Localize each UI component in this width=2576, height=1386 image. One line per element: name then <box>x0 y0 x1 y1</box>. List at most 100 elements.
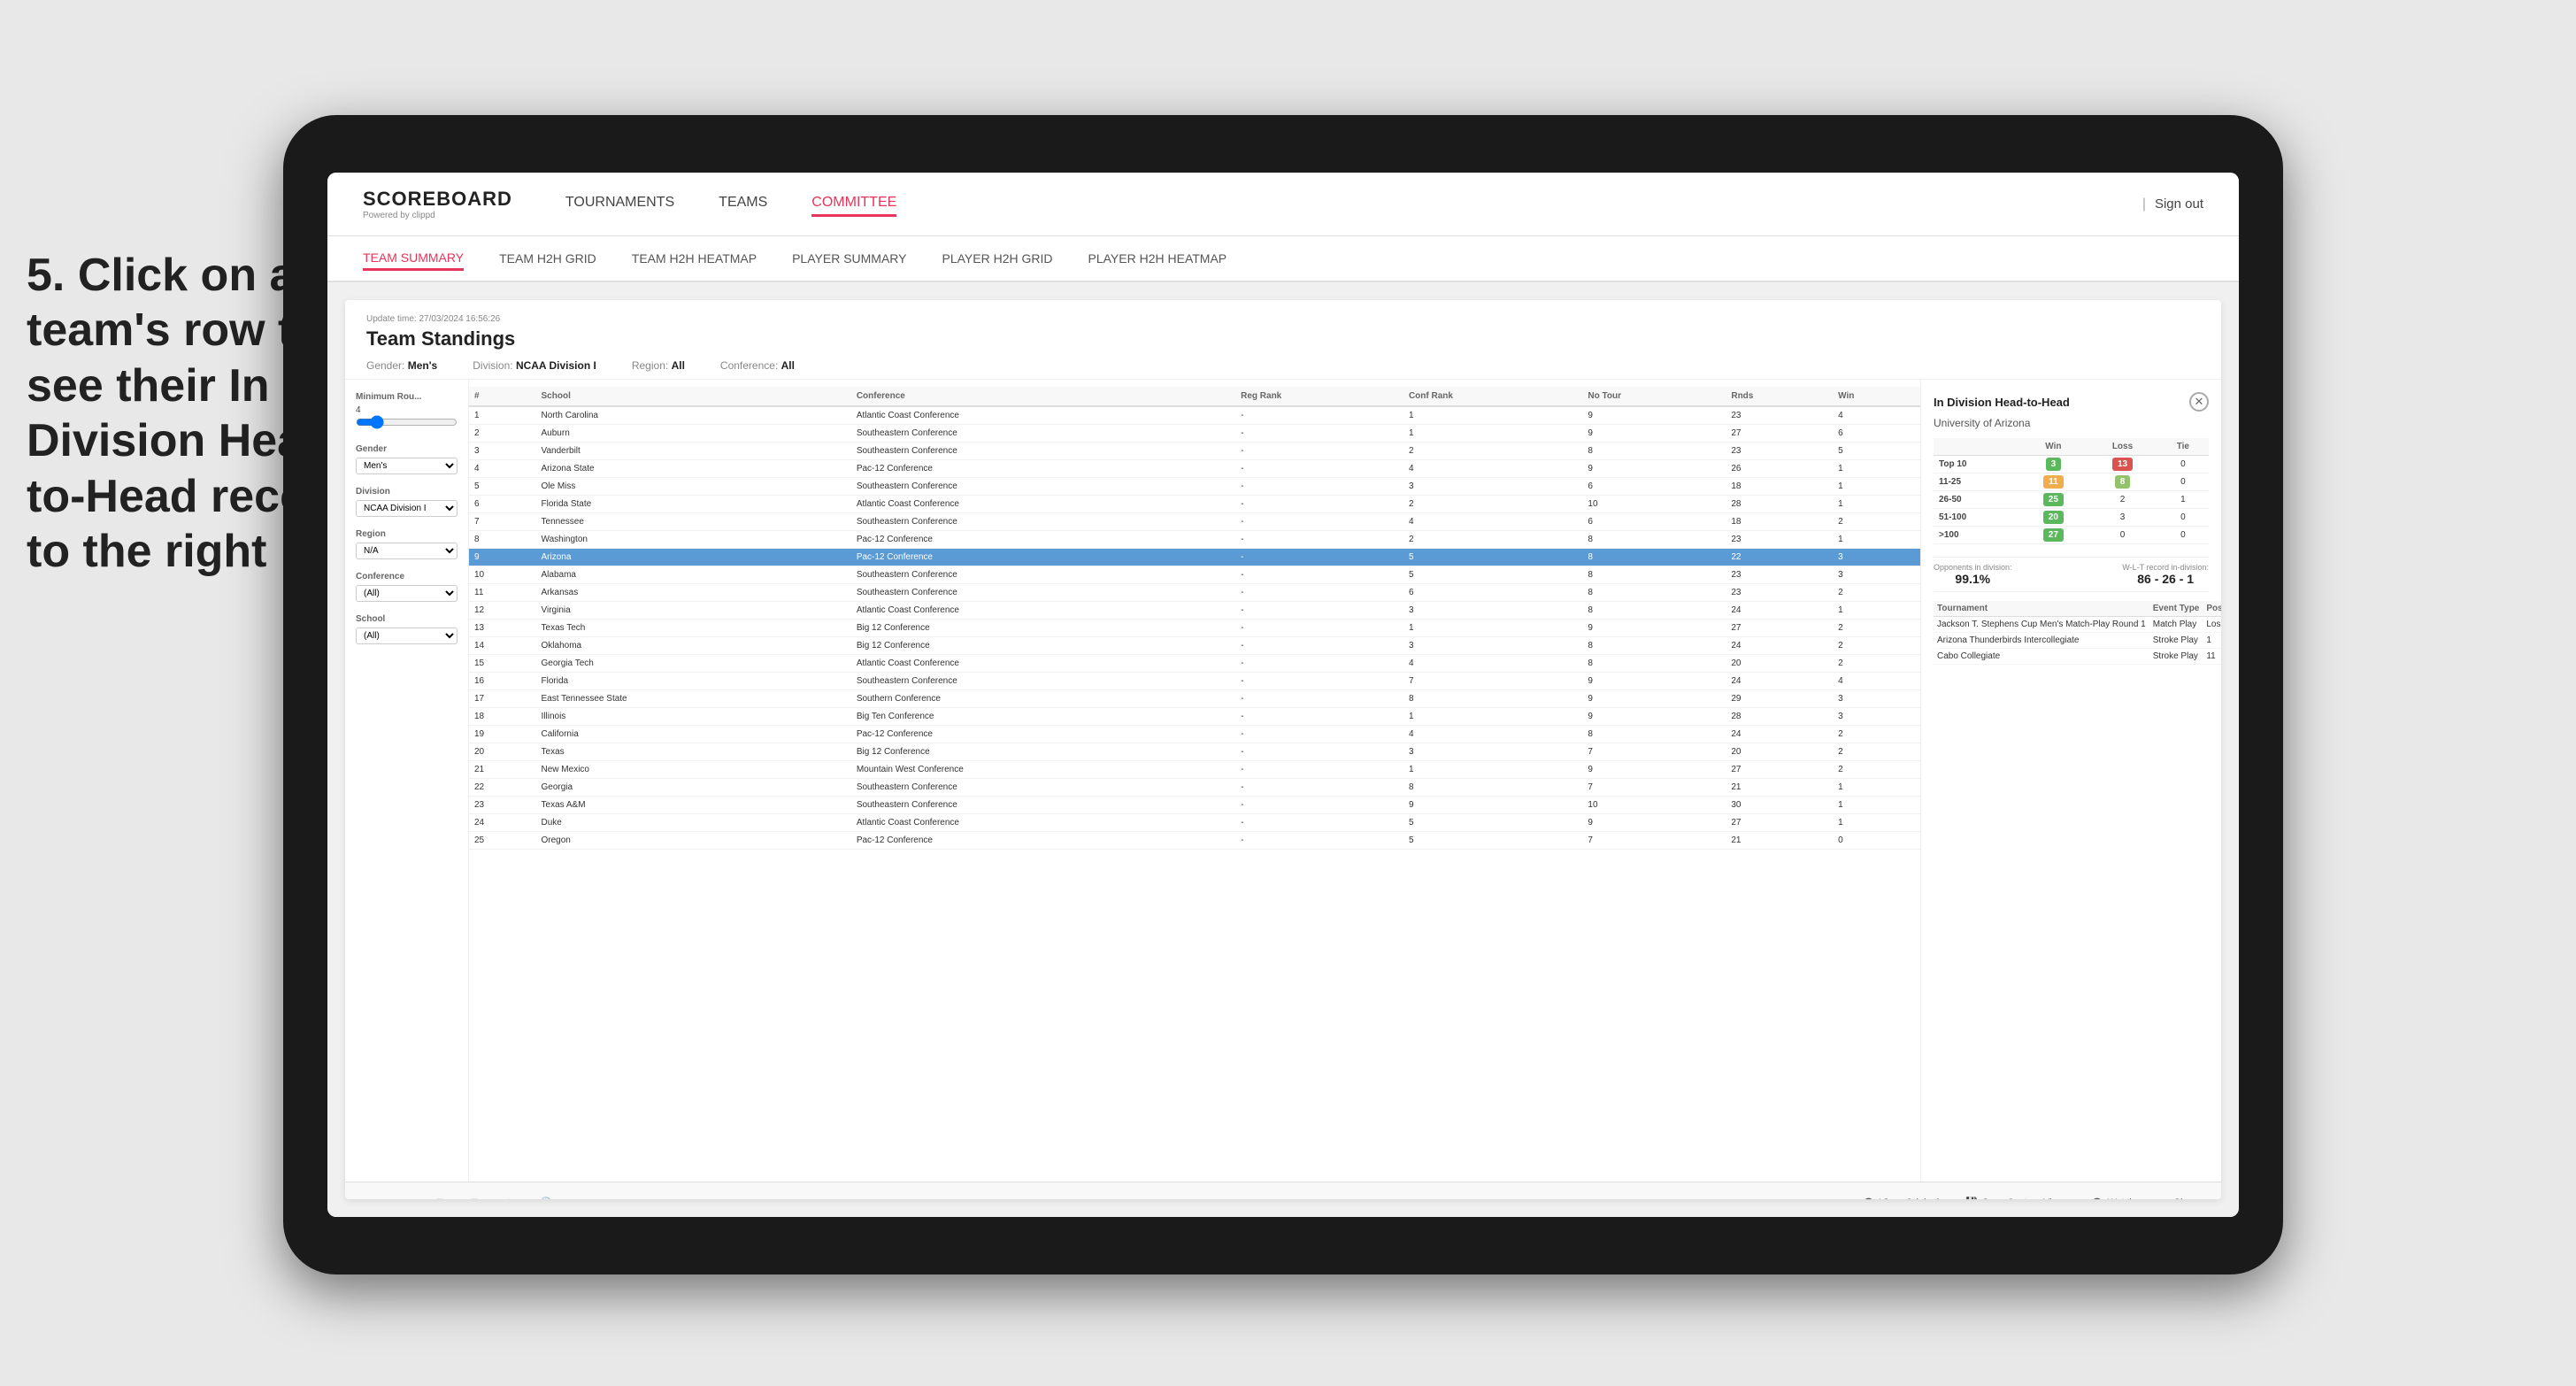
cell-conference: Big 12 Conference <box>851 743 1235 761</box>
table-row[interactable]: 6 Florida State Atlantic Coast Conferenc… <box>469 496 1920 513</box>
h2h-row-top10[interactable]: Top 10 3 13 0 <box>1934 456 2209 474</box>
table-row[interactable]: 2 Auburn Southeastern Conference - 1 9 2… <box>469 425 1920 443</box>
table-row[interactable]: 13 Texas Tech Big 12 Conference - 1 9 27… <box>469 620 1920 637</box>
table-row[interactable]: 16 Florida Southeastern Conference - 7 9… <box>469 673 1920 690</box>
conference-label: Conference: <box>720 359 778 372</box>
table-row[interactable]: 14 Oklahoma Big 12 Conference - 3 8 24 2 <box>469 637 1920 655</box>
subnav-team-summary[interactable]: TEAM SUMMARY <box>363 247 464 271</box>
cell-conference: Atlantic Coast Conference <box>851 496 1235 513</box>
cell-win: 3 <box>1833 690 1920 708</box>
tournament-row-1[interactable]: Jackson T. Stephens Cup Men's Match-Play… <box>1934 617 2221 633</box>
cell-reg-rank: - <box>1235 478 1403 496</box>
table-row[interactable]: 21 New Mexico Mountain West Conference -… <box>469 761 1920 779</box>
table-row[interactable]: 12 Virginia Atlantic Coast Conference - … <box>469 602 1920 620</box>
table-row[interactable]: 10 Alabama Southeastern Conference - 5 8… <box>469 566 1920 584</box>
table-row[interactable]: 11 Arkansas Southeastern Conference - 6 … <box>469 584 1920 602</box>
cell-school: East Tennessee State <box>536 690 851 708</box>
cell-conference: Southeastern Conference <box>851 566 1235 584</box>
table-row[interactable]: 19 California Pac-12 Conference - 4 8 24… <box>469 726 1920 743</box>
tournament-table: Tournament Event Type Pos Score Jackson … <box>1934 601 2221 665</box>
toolbar-icon-1[interactable]: ⊞ <box>428 1193 450 1199</box>
standings-table-area: # School Conference Reg Rank Conf Rank N… <box>469 380 1920 1182</box>
cell-school: Florida State <box>536 496 851 513</box>
tournament-name-3: Cabo Collegiate <box>1934 649 2149 665</box>
table-row[interactable]: 15 Georgia Tech Atlantic Coast Conferenc… <box>469 655 1920 673</box>
cell-conference: Southeastern Conference <box>851 425 1235 443</box>
nav-tournaments[interactable]: TOURNAMENTS <box>565 191 674 217</box>
cell-no-tour: 9 <box>1582 673 1726 690</box>
cell-conf-rank: 2 <box>1403 443 1582 460</box>
conference-select[interactable]: (All) <box>356 585 458 602</box>
tournament-row-2[interactable]: Arizona Thunderbirds Intercollegiate Str… <box>1934 633 2221 649</box>
cell-school: Florida <box>536 673 851 690</box>
col-conference: Conference <box>851 387 1235 406</box>
table-row[interactable]: 8 Washington Pac-12 Conference - 2 8 23 … <box>469 531 1920 549</box>
h2h-team-name: University of Arizona <box>1934 417 2209 429</box>
table-row[interactable]: 23 Texas A&M Southeastern Conference - 9… <box>469 797 1920 814</box>
cell-rnds: 20 <box>1726 655 1833 673</box>
save-custom-button[interactable]: 💾 Save Custom View <box>1958 1193 2071 1199</box>
table-row[interactable]: 5 Ole Miss Southeastern Conference - 3 6… <box>469 478 1920 496</box>
tournament-row-3[interactable]: Cabo Collegiate Stroke Play 11 17 <box>1934 649 2221 665</box>
subnav-player-h2h-grid[interactable]: PLAYER H2H GRID <box>942 248 1053 269</box>
table-row[interactable]: 1 North Carolina Atlantic Coast Conferen… <box>469 406 1920 425</box>
watch-button[interactable]: 👁 Watch <box>2084 1193 2142 1199</box>
app-header: Update time: 27/03/2024 16:56:26 Team St… <box>345 300 2221 380</box>
table-row[interactable]: 7 Tennessee Southeastern Conference - 4 … <box>469 513 1920 531</box>
subnav-team-h2h-grid[interactable]: TEAM H2H GRID <box>499 248 596 269</box>
cell-conf-rank: 6 <box>1403 584 1582 602</box>
cell-reg-rank: - <box>1235 566 1403 584</box>
cell-rnds: 21 <box>1726 832 1833 850</box>
redo-button[interactable]: ↪ <box>394 1193 416 1199</box>
min-rounds-slider[interactable] <box>356 415 458 429</box>
nav-committee[interactable]: COMMITTEE <box>811 191 896 217</box>
undo-button[interactable]: ↩ <box>359 1193 381 1199</box>
h2h-range-100plus: >100 <box>1934 527 2019 544</box>
table-row[interactable]: 18 Illinois Big Ten Conference - 1 9 28 … <box>469 708 1920 726</box>
h2h-row-11-25[interactable]: 11-25 11 8 0 <box>1934 474 2209 491</box>
subnav-player-summary[interactable]: PLAYER SUMMARY <box>792 248 906 269</box>
subnav-team-h2h-heatmap[interactable]: TEAM H2H HEATMAP <box>632 248 757 269</box>
table-row[interactable]: 22 Georgia Southeastern Conference - 8 7… <box>469 779 1920 797</box>
cell-school: Oklahoma <box>536 637 851 655</box>
gender-select[interactable]: Men's <box>356 458 458 474</box>
cell-conference: Atlantic Coast Conference <box>851 602 1235 620</box>
share-icon: ↗ <box>2161 1197 2169 1199</box>
share-button[interactable]: ↗ Share <box>2154 1193 2207 1199</box>
cell-no-tour: 9 <box>1582 460 1726 478</box>
division-label: Division: <box>473 359 512 372</box>
h2h-row-100plus[interactable]: >100 27 0 0 <box>1934 527 2209 544</box>
toolbar-clock[interactable]: 🕐 <box>533 1193 559 1199</box>
h2h-opponents-value: 99.1% <box>1934 572 2012 586</box>
cell-win: 2 <box>1833 620 1920 637</box>
table-row[interactable]: 20 Texas Big 12 Conference - 3 7 20 2 <box>469 743 1920 761</box>
toolbar-icon-2[interactable]: ⊡ <box>464 1193 486 1199</box>
h2h-row-51-100[interactable]: 51-100 20 3 0 <box>1934 509 2209 527</box>
cell-rnds: 20 <box>1726 743 1833 761</box>
cell-reg-rank: - <box>1235 779 1403 797</box>
view-original-button[interactable]: 👁 View: Original <box>1856 1193 1947 1199</box>
cell-num: 12 <box>469 602 536 620</box>
view-original-label: View: Original <box>1880 1197 1940 1200</box>
cell-reg-rank: - <box>1235 620 1403 637</box>
table-row[interactable]: 9 Arizona Pac-12 Conference - 5 8 22 3 <box>469 549 1920 566</box>
cell-no-tour: 8 <box>1582 566 1726 584</box>
cell-num: 22 <box>469 779 536 797</box>
cell-school: Texas A&M <box>536 797 851 814</box>
table-row[interactable]: 3 Vanderbilt Southeastern Conference - 2… <box>469 443 1920 460</box>
toolbar-icon-3[interactable]: ⊕ <box>498 1193 520 1199</box>
nav-teams[interactable]: TEAMS <box>719 191 767 217</box>
table-row[interactable]: 24 Duke Atlantic Coast Conference - 5 9 … <box>469 814 1920 832</box>
sign-out-link[interactable]: Sign out <box>2155 196 2203 212</box>
h2h-wlt-value: 86 - 26 - 1 <box>2122 572 2209 586</box>
school-select[interactable]: (All) <box>356 628 458 644</box>
subnav-player-h2h-heatmap[interactable]: PLAYER H2H HEATMAP <box>1088 248 1227 269</box>
h2h-row-26-50[interactable]: 26-50 25 2 1 <box>1934 491 2209 509</box>
h2h-close-button[interactable]: ✕ <box>2189 392 2209 412</box>
region-select[interactable]: N/A <box>356 543 458 559</box>
table-row[interactable]: 25 Oregon Pac-12 Conference - 5 7 21 0 <box>469 832 1920 850</box>
division-select[interactable]: NCAA Division I <box>356 500 458 517</box>
table-row[interactable]: 17 East Tennessee State Southern Confere… <box>469 690 1920 708</box>
cell-no-tour: 8 <box>1582 531 1726 549</box>
table-row[interactable]: 4 Arizona State Pac-12 Conference - 4 9 … <box>469 460 1920 478</box>
